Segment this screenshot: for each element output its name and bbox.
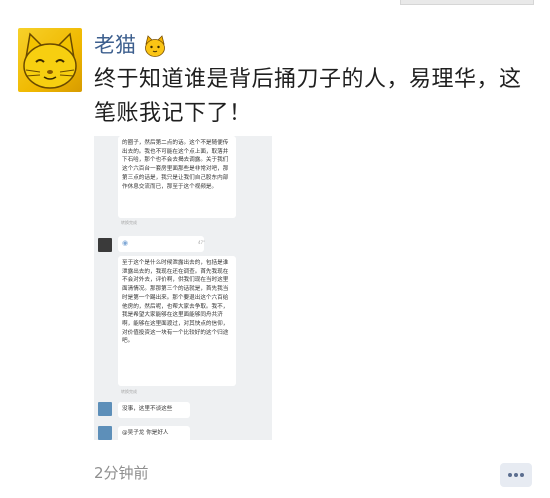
screenshot-bubble-5: @吴子龙 你是好人 [118, 426, 190, 440]
post-text: 终于知道谁是背后捅刀子的人，易理华，这笔账我记下了！ [94, 67, 522, 126]
screenshot-bubble-1: 的圈子，然后第二点的话。这个不是随便传出去的。我也不可能在这个点上面，取落井下石… [118, 136, 236, 218]
cat-avatar-icon [23, 32, 77, 89]
screenshot-voice-duration: 47" [198, 240, 205, 245]
screenshot-avatar [98, 238, 112, 252]
more-dots-icon [508, 473, 524, 477]
author-name[interactable]: 老猫 [94, 31, 136, 59]
screenshot-bubble-4: 没事，这里不谈这些 [118, 402, 190, 418]
screenshot-bubble-3: 至于这个是什么时候泄露出去的，包括是谁泄露出去的，我现在还在调查。首先我现在不会… [118, 256, 236, 386]
screenshot-voice-bubble: ◉ [118, 236, 204, 252]
screenshot-avatar [98, 402, 112, 416]
post-time: 2分钟前 [94, 464, 149, 482]
screenshot-avatar [98, 426, 112, 440]
screenshot-bubble-3-meta: 转换完成 [121, 389, 137, 394]
comment-button[interactable] [500, 463, 532, 487]
cat-face-icon [143, 34, 167, 58]
screenshot-bubble-1-meta: 转换完成 [121, 220, 137, 225]
top-image-strip [400, 0, 534, 5]
voice-icon: ◉ [122, 239, 129, 247]
chat-screenshot-image[interactable]: 的圈子，然后第二点的话。这个不是随便传出去的。我也不可能在这个点上面，取落井下石… [94, 136, 272, 440]
avatar[interactable] [18, 28, 82, 92]
